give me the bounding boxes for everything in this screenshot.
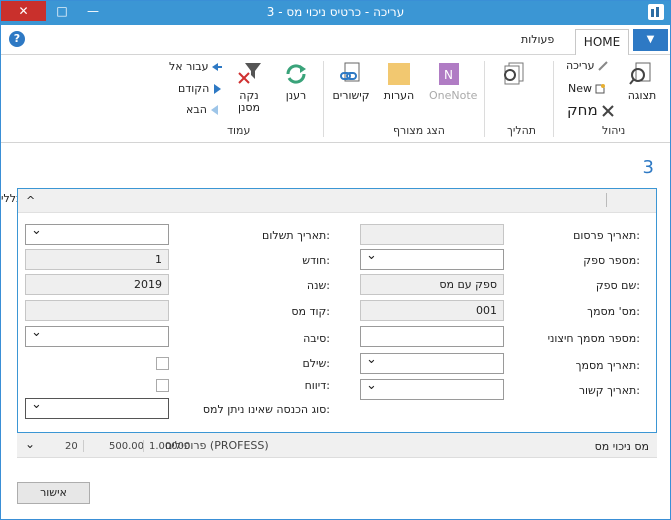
edit-button[interactable]: עריכה bbox=[566, 59, 608, 72]
notes-icon bbox=[385, 61, 413, 87]
ribbon-divider bbox=[484, 61, 485, 137]
file-menu-button[interactable]: ▼ bbox=[633, 29, 668, 51]
year-label: שנה: bbox=[306, 279, 330, 292]
vendor-no-label: מספר ספק: bbox=[583, 254, 640, 267]
income-type-field[interactable] bbox=[25, 398, 169, 419]
help-icon[interactable]: ? bbox=[9, 31, 25, 47]
group-label-page: עמוד bbox=[227, 124, 251, 137]
vendor-no-field[interactable] bbox=[360, 249, 504, 270]
year-field[interactable]: 2019 bbox=[25, 274, 169, 295]
ribbon-divider bbox=[323, 61, 324, 137]
arrow-left-icon bbox=[211, 62, 222, 72]
links-button[interactable]: קישורים bbox=[329, 61, 373, 102]
income-type-label: סוג הכנסה שאינו ניתן למס: bbox=[202, 403, 330, 416]
link-date-field[interactable] bbox=[360, 379, 504, 400]
view-button[interactable]: תצוגה bbox=[621, 61, 663, 102]
tab-home[interactable]: HOME bbox=[575, 29, 629, 56]
link-date-label: תאריך קשור: bbox=[578, 384, 640, 397]
divider bbox=[83, 440, 84, 452]
chevron-up-icon[interactable]: ^ bbox=[26, 194, 35, 207]
link-icon bbox=[337, 61, 365, 87]
onenote-icon: N bbox=[435, 61, 463, 87]
tax-doc-no-label: מס' מסמך: bbox=[587, 305, 640, 318]
fasttab-value-3: 20 bbox=[65, 441, 78, 452]
payment-date-field[interactable] bbox=[25, 224, 169, 245]
month-field[interactable]: 1 bbox=[25, 249, 169, 270]
fasttab-profile: פרופילים (PROFESS) bbox=[165, 439, 269, 452]
month-label: חודש: bbox=[302, 254, 330, 267]
group-label-manage: ניהול bbox=[602, 124, 626, 137]
paid-label: שילם: bbox=[302, 357, 330, 370]
app-logo-icon bbox=[648, 4, 664, 20]
onenote-button[interactable]: N OneNote bbox=[429, 61, 477, 102]
payment-date-label: תאריך תשלום: bbox=[262, 229, 330, 242]
publish-date-field[interactable] bbox=[360, 224, 504, 245]
refresh-button[interactable]: רענן bbox=[279, 61, 313, 102]
divider bbox=[606, 193, 607, 207]
arrow-left-icon bbox=[210, 105, 220, 115]
new-button[interactable]: New bbox=[568, 82, 605, 95]
next-button[interactable]: הבא bbox=[186, 103, 220, 116]
publish-date-label: תאריך פרסום: bbox=[573, 229, 640, 242]
vendor-name-field[interactable]: ספק עם מס bbox=[360, 274, 504, 295]
previous-button[interactable]: הקודם bbox=[178, 82, 222, 95]
ribbon: תצוגה עריכה New מחק ניהול תהליך N OneNote… bbox=[1, 55, 670, 143]
group-label-show-attached: הצג מצורף bbox=[393, 124, 445, 137]
reported-label: דיווח: bbox=[304, 379, 330, 392]
tab-actions[interactable]: פעולות bbox=[521, 33, 554, 46]
chevron-down-icon[interactable]: ⌄ bbox=[25, 437, 35, 451]
tax-fasttab[interactable]: ⌄ מס ניכוי מס 20 500.00 1.00000 פרופילים… bbox=[17, 433, 657, 458]
paid-checkbox[interactable] bbox=[156, 357, 169, 370]
pencil-icon bbox=[597, 61, 608, 71]
goto-button[interactable]: עבור אל bbox=[169, 60, 222, 73]
reported-checkbox[interactable] bbox=[156, 379, 169, 392]
fasttab-title: מס ניכוי מס bbox=[594, 440, 649, 453]
section-header[interactable]: ^ bbox=[18, 189, 656, 213]
group-label-process: תהליך bbox=[507, 124, 537, 137]
new-icon bbox=[595, 84, 605, 94]
ribbon-divider bbox=[553, 61, 554, 137]
notes-button[interactable]: הערות bbox=[381, 61, 417, 102]
refresh-icon bbox=[282, 61, 310, 87]
ok-button[interactable]: אישור bbox=[17, 482, 90, 504]
clear-filter-button[interactable]: נקה מסנן bbox=[229, 61, 269, 114]
search-pages-icon bbox=[499, 61, 527, 87]
arrow-right-icon bbox=[212, 84, 222, 94]
fasttab-value-2: 500.00 bbox=[109, 441, 144, 452]
tax-doc-no-field[interactable]: 001 bbox=[360, 300, 504, 321]
view-icon bbox=[628, 61, 656, 87]
doc-date-label: תאריך מסמך: bbox=[575, 359, 640, 372]
process-button[interactable] bbox=[495, 61, 531, 90]
ribbon-tab-bar: ? פעולות HOME ▼ bbox=[1, 25, 670, 56]
delete-button[interactable]: מחק bbox=[567, 101, 615, 119]
window-title: עריכה - כרטיס ניכוי מס - 3 bbox=[266, 5, 405, 19]
reason-label: סיבה: bbox=[303, 332, 330, 345]
reason-field[interactable] bbox=[25, 326, 169, 347]
vendor-name-label: שם ספק: bbox=[595, 279, 640, 292]
ext-doc-no-field[interactable] bbox=[360, 326, 504, 347]
delete-icon bbox=[601, 104, 615, 118]
ext-doc-no-label: מספר מסמך חיצוני: bbox=[547, 332, 640, 345]
title-bar: ✕ □ — עריכה - כרטיס ניכוי מס - 3 bbox=[1, 1, 670, 25]
app-window: ✕ □ — עריכה - כרטיס ניכוי מס - 3 ? פעולו… bbox=[0, 0, 671, 520]
tax-code-label: קוד מס: bbox=[291, 305, 330, 318]
doc-date-field[interactable] bbox=[360, 353, 504, 374]
svg-text:N: N bbox=[444, 68, 453, 82]
tax-code-field[interactable] bbox=[25, 300, 169, 321]
divider bbox=[143, 440, 144, 452]
clear-filter-icon bbox=[235, 61, 263, 87]
page-title: 3 bbox=[642, 157, 654, 178]
